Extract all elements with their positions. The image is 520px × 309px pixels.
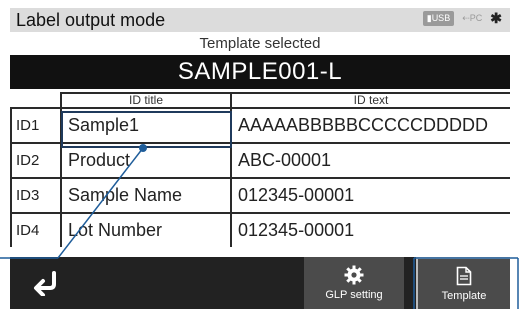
id-text-cell[interactable]: 012345-00001 bbox=[230, 212, 510, 247]
glp-setting-button[interactable]: GLP setting bbox=[304, 257, 404, 309]
id-title-cell[interactable]: Product bbox=[60, 142, 232, 179]
return-icon bbox=[34, 271, 56, 296]
row-id-label: ID3 bbox=[10, 177, 62, 214]
id-title-cell[interactable]: Sample Name bbox=[60, 177, 232, 214]
document-icon bbox=[456, 266, 472, 286]
table-row[interactable]: ID4 Lot Number 012345-00001 bbox=[10, 212, 510, 247]
gear-icon bbox=[344, 265, 364, 285]
device-screen: Label output mode ▮USB ⇠PC ✱ Template se… bbox=[10, 8, 510, 309]
column-header-id-text: ID text bbox=[230, 92, 510, 109]
bottom-toolbar: GLP setting Template bbox=[10, 257, 510, 309]
header-bar: Label output mode ▮USB ⇠PC ✱ bbox=[10, 8, 510, 32]
table-corner bbox=[11, 93, 62, 109]
template-name[interactable]: SAMPLE001-L bbox=[10, 55, 510, 89]
table-row[interactable]: ID1 Sample1 AAAAABBBBBCCCCCDDDDD bbox=[10, 107, 510, 144]
status-icons: ▮USB ⇠PC ✱ bbox=[422, 10, 502, 26]
id-table: ID title ID text ID1 Sample1 AAAAABBBBBC… bbox=[10, 92, 510, 247]
pc-connection-icon: ⇠PC bbox=[462, 13, 483, 23]
column-header-id-title: ID title bbox=[60, 92, 232, 109]
template-label: Template bbox=[441, 290, 487, 302]
bluetooth-icon: ✱ bbox=[490, 10, 502, 26]
id-text-cell[interactable]: 012345-00001 bbox=[230, 177, 510, 214]
usb-status-icon: ▮USB bbox=[422, 11, 455, 26]
row-id-label: ID2 bbox=[10, 142, 62, 179]
id-text-cell[interactable]: AAAAABBBBBCCCCCDDDDD bbox=[230, 107, 510, 144]
id-text-cell[interactable]: ABC-00001 bbox=[230, 142, 510, 179]
glp-setting-label: GLP setting bbox=[325, 289, 383, 301]
id-title-cell[interactable]: Sample1 bbox=[60, 107, 232, 144]
table-header-row: ID title ID text bbox=[11, 92, 510, 109]
id-title-cell[interactable]: Lot Number bbox=[60, 212, 232, 247]
pc-label: PC bbox=[469, 13, 483, 23]
row-id-label: ID4 bbox=[10, 212, 62, 247]
template-button[interactable]: Template bbox=[416, 257, 510, 309]
screen-title: Label output mode bbox=[16, 10, 166, 30]
template-selected-label: Template selected bbox=[199, 35, 321, 52]
back-button[interactable] bbox=[10, 257, 84, 309]
usb-badge-label: USB bbox=[431, 13, 451, 23]
table-row[interactable]: ID3 Sample Name 012345-00001 bbox=[10, 177, 510, 214]
table-row[interactable]: ID2 Product ABC-00001 bbox=[10, 142, 510, 179]
row-id-label: ID1 bbox=[10, 107, 62, 144]
